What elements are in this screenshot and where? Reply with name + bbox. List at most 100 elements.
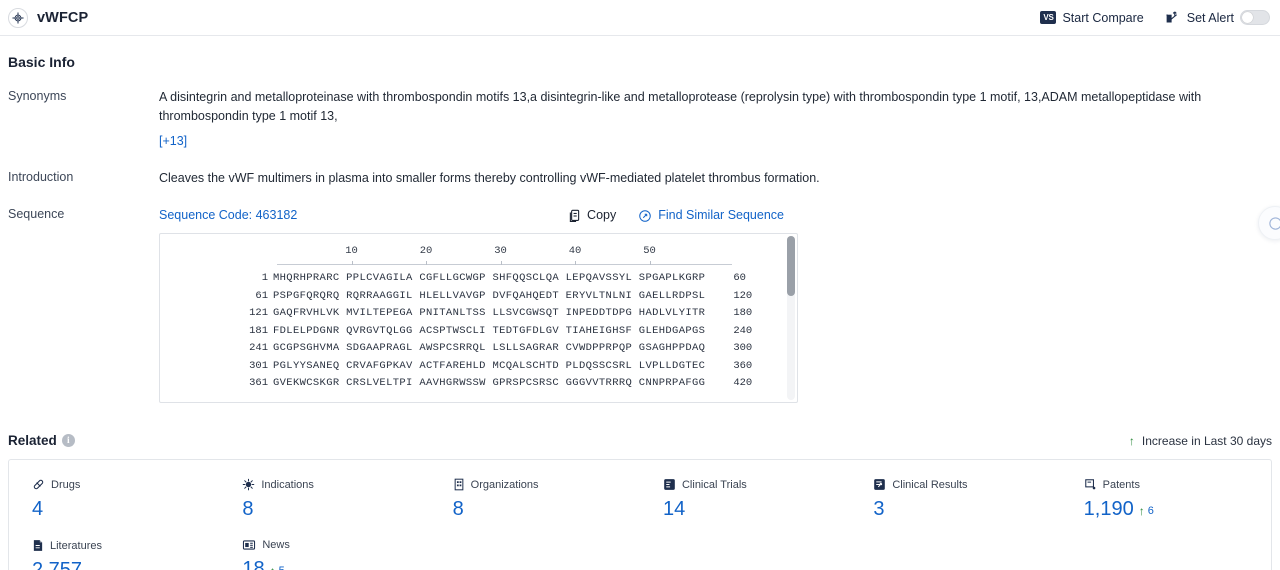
stat-value: 8 — [242, 498, 254, 520]
stat-value: 18 — [242, 558, 265, 570]
set-alert-control[interactable]: Set Alert — [1166, 10, 1270, 25]
related-stat-drugs[interactable]: Drugs 4 — [9, 478, 219, 521]
stat-label: Indications — [261, 478, 314, 491]
building-icon — [453, 478, 465, 491]
sequence-code[interactable]: Sequence Code: 463182 — [159, 206, 297, 225]
introduction-value: Cleaves the vWF multimers in plasma into… — [159, 171, 820, 185]
stat-value: 4 — [32, 498, 44, 520]
start-compare-button[interactable]: VS Start Compare — [1040, 10, 1144, 25]
sequence-line-residues: GVEKWCSKGR CRSLVELTPI AAVHGRWSSW GPRSPCS… — [273, 377, 706, 389]
stat-delta-value: 5 — [279, 565, 285, 570]
stat-delta: ↑ 6 — [1139, 505, 1154, 517]
brand: vWFCP — [8, 7, 89, 28]
alert-mail-icon — [1166, 11, 1181, 24]
stat-header: Clinical Trials — [663, 478, 850, 491]
find-similar-sequence-button[interactable]: Find Similar Sequence — [638, 206, 784, 225]
page-content: Basic Info Synonyms A disintegrin and me… — [0, 54, 1280, 570]
clinical-result-icon — [873, 478, 886, 491]
start-compare-label: Start Compare — [1062, 10, 1144, 25]
stat-value-wrap: 18 ↑5 — [242, 558, 429, 570]
sequence-line-start: 1 — [261, 272, 268, 284]
clinical-trial-icon — [663, 478, 676, 491]
related-stat-indications[interactable]: Indications 8 — [219, 478, 429, 521]
ruler-tick-label: 50 — [643, 245, 656, 257]
sequence-line-end: 180 — [733, 307, 753, 319]
top-header-bar: vWFCP VS Start Compare Set Alert — [0, 0, 1280, 36]
stat-value: 14 — [662, 498, 686, 520]
synonyms-more-link[interactable]: [+13] — [159, 132, 187, 151]
related-stat-clinical-results[interactable]: Clinical Results 3 — [850, 478, 1060, 521]
ruler-tick-label: 40 — [568, 245, 582, 257]
stat-value: 3 — [873, 498, 885, 520]
ruler-tick-label: 20 — [419, 245, 433, 257]
header-actions: VS Start Compare Set Alert — [1040, 10, 1270, 25]
related-stats-card: Drugs 4 Indications 8 Organizations 8 Clinical… — [8, 459, 1272, 570]
stat-label: Clinical Results — [892, 478, 968, 491]
page-title: vWFCP — [37, 9, 89, 26]
synonyms-value-wrap: A disintegrin and metalloproteinase with… — [159, 88, 1272, 151]
sequence-line-end: 300 — [733, 342, 753, 354]
sequence-content: 10 20 30 40 50 1 MHQRHPRARC PPLCVAGILA CGFLLG… — [160, 234, 797, 393]
sequence-label: Sequence — [8, 207, 65, 221]
stat-header: Drugs — [32, 478, 219, 491]
related-stats-grid: Drugs 4 Indications 8 Organizations 8 Clinical… — [9, 478, 1271, 570]
stat-value-wrap: 3 — [873, 498, 1060, 521]
related-stat-organizations[interactable]: Organizations 8 — [430, 478, 640, 521]
arrow-up-icon: ↑ — [270, 565, 276, 570]
sequence-line-residues: FDLELPDGNR QVRGVTQLGG ACSPTWSCLI TEDTGFD… — [273, 324, 706, 337]
stat-delta: ↑5 — [270, 565, 285, 570]
introduction-label: Introduction — [8, 170, 74, 184]
sequence-line-end: 360 — [733, 359, 753, 372]
sequence-line: 121 GAQFRVHLVK MVILTEPEGA PNITANLTSS LLSV… — [160, 305, 797, 323]
related-stat-patents[interactable]: Patents 1,190 ↑ 6 — [1061, 478, 1271, 521]
ruler-tick — [649, 261, 651, 265]
ruler-tick-label: 10 — [345, 245, 358, 257]
find-similar-icon — [638, 209, 652, 223]
related-stat-literatures[interactable]: Literatures 2,757 — [9, 539, 219, 570]
stat-header: Patents — [1084, 478, 1271, 491]
stat-value-wrap: 8 — [242, 498, 429, 521]
stat-value-wrap: 8 — [453, 498, 640, 521]
ruler-tick-label: 30 — [494, 245, 507, 257]
ruler-tick — [426, 261, 427, 265]
stat-value-wrap: 14 — [663, 498, 850, 521]
literature-icon — [32, 539, 44, 552]
related-heading: Related — [8, 433, 57, 448]
sequence-line-residues: GAQFRVHLVK MVILTEPEGA PNITANLTSS LLSVCGW… — [273, 307, 706, 319]
stat-header: News — [242, 539, 429, 551]
stat-label: Clinical Trials — [681, 478, 747, 491]
sequence-scrollbar[interactable] — [787, 236, 795, 400]
virus-icon — [242, 478, 255, 491]
set-alert-label: Set Alert — [1186, 10, 1234, 25]
sequence-line-residues: MHQRHPRARC PPLCVAGILA CGFLLGCWGP SHFQQSC… — [273, 272, 706, 284]
copy-icon — [568, 209, 581, 223]
find-similar-label: Find Similar Sequence — [658, 208, 784, 222]
target-crosshair-icon — [8, 7, 28, 28]
copy-button[interactable]: Copy — [568, 206, 616, 225]
related-stat-clinical-trials[interactable]: Clinical Trials 14 — [640, 478, 850, 521]
stat-value-wrap: 2,757 — [32, 559, 219, 570]
stat-value: 1,190 — [1083, 498, 1134, 520]
sequence-line-start: 361 — [249, 377, 268, 389]
stat-label: Organizations — [470, 478, 539, 491]
sequence-lines: 1 MHQRHPRARC PPLCVAGILA CGFLLGCWGP SHFQQS… — [160, 270, 797, 393]
info-icon[interactable]: i — [61, 434, 75, 447]
set-alert-toggle[interactable] — [1240, 10, 1270, 25]
stat-label: Patents — [1102, 478, 1140, 491]
stat-label: News — [262, 539, 290, 551]
arrow-up-icon: ↑ — [1128, 433, 1135, 448]
related-stat-news[interactable]: News 18 ↑5 — [219, 539, 429, 570]
info-row-sequence: Sequence Sequence Code: 463182 Copy Find… — [8, 206, 1272, 403]
sequence-viewer[interactable]: 10 20 30 40 50 1 MHQRHPRARC PPLCVAGILA CGFLLG… — [159, 233, 798, 403]
synonyms-value: A disintegrin and metalloproteinase with… — [159, 90, 1202, 123]
stat-value-wrap: 4 — [32, 498, 219, 521]
sequence-line-end: 120 — [733, 289, 753, 302]
sequence-line-start: 301 — [249, 359, 268, 372]
stat-header: Organizations — [453, 478, 640, 491]
stat-label: Drugs — [51, 478, 81, 491]
stat-header: Literatures — [32, 539, 219, 552]
sequence-scrollbar-thumb[interactable] — [787, 236, 795, 296]
basic-info-heading: Basic Info — [8, 54, 75, 70]
synonyms-label: Synonyms — [8, 89, 67, 103]
sequence-line-end: 60 — [733, 272, 746, 284]
